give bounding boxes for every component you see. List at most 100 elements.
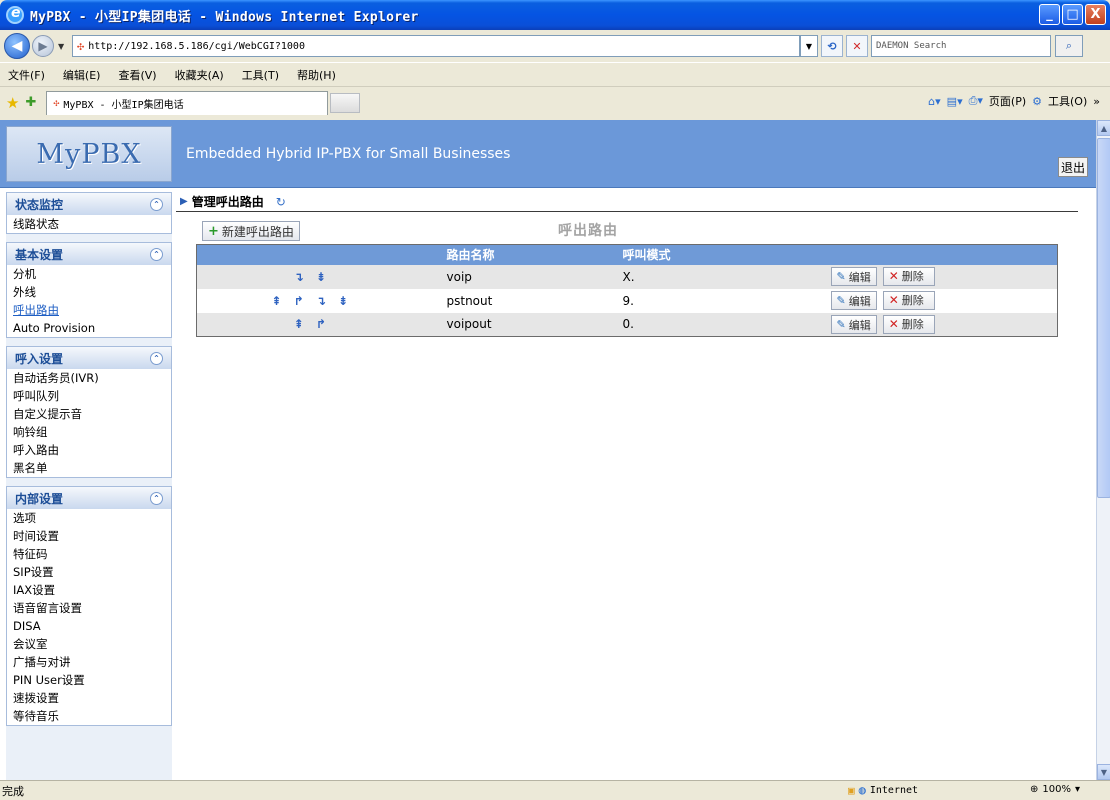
header-actions <box>802 244 1058 265</box>
sidebar-item[interactable]: 选项 <box>7 509 171 527</box>
zone-label: Internet <box>869 784 919 796</box>
new-outbound-route-button[interactable]: + 新建呼出路由 <box>202 221 300 241</box>
delete-label: 删除 <box>901 294 924 308</box>
sidebar-item[interactable]: DISA <box>7 617 171 635</box>
sidebar-item[interactable]: 呼入路由 <box>7 441 171 459</box>
sidebar-item[interactable]: 等待音乐 <box>7 707 171 725</box>
zoom-dropdown-icon: ▾ <box>1074 784 1081 795</box>
sidebar-item[interactable]: 时间设置 <box>7 527 171 545</box>
delete-button[interactable]: ✕ 删除 <box>882 314 935 334</box>
maximize-button[interactable]: □ <box>1062 4 1083 25</box>
breadcrumb: ▶ 管理呼出路由 ↻ <box>176 192 1078 212</box>
sidebar-item[interactable]: 广播与对讲 <box>7 653 171 671</box>
sidebar-item[interactable]: 线路状态 <box>7 215 171 233</box>
sidebar-item[interactable]: 速拨设置 <box>7 689 171 707</box>
favorites-star-icon[interactable]: ★ <box>6 94 19 112</box>
edit-button[interactable]: ✎ 编辑 <box>830 315 877 334</box>
reorder-arrows-icon[interactable]: ↴ ⇟ <box>196 264 427 289</box>
sidebar-item[interactable]: 响铃组 <box>7 423 171 441</box>
browser-tab[interactable]: ✣ MyPBX - 小型IP集团电话 <box>46 90 329 115</box>
reorder-arrows-icon[interactable]: ⇞ ↱ ↴ ⇟ <box>196 288 427 313</box>
route-name: pstnout <box>426 288 593 313</box>
sidebar-item[interactable]: 呼叫队列 <box>7 387 171 405</box>
page-content: MyPBX Embedded Hybrid IP-PBX for Small B… <box>0 120 1096 780</box>
stop-button[interactable]: ✕ <box>846 35 868 57</box>
collapse-icon[interactable]: ⌃ <box>150 491 163 505</box>
sidebar-item[interactable]: 黑名单 <box>7 459 171 477</box>
reorder-arrows-icon[interactable]: ⇞ ↱ <box>196 312 427 337</box>
delete-button[interactable]: ✕ 删除 <box>882 290 935 310</box>
page-menu[interactable]: 页面(P) <box>989 93 1026 109</box>
edit-label: 编辑 <box>848 318 871 332</box>
menu-file[interactable]: 文件(F) <box>4 65 49 85</box>
search-icon[interactable]: ⌕ <box>1055 35 1083 57</box>
refresh-button[interactable]: ⟲ <box>821 35 843 57</box>
logout-button[interactable]: 退出 <box>1058 157 1088 177</box>
sidebar-group-header[interactable]: 状态监控 ⌃ <box>7 193 171 215</box>
scroll-up-icon[interactable]: ▲ <box>1097 120 1110 136</box>
feeds-icon[interactable]: ▤▾ <box>947 95 963 108</box>
menu-help[interactable]: 帮助(H) <box>293 65 340 85</box>
address-dropdown-icon[interactable]: ▼ <box>800 35 818 57</box>
collapse-icon[interactable]: ⌃ <box>150 247 163 261</box>
sidebar-item[interactable]: IAX设置 <box>7 581 171 599</box>
security-zone[interactable]: ▣ ◍ Internet <box>848 783 918 797</box>
table-row: ⇞ ↱ voipout 0. ✎ 编辑 ✕ 删除 <box>196 312 1058 337</box>
menu-view[interactable]: 查看(V) <box>114 65 160 85</box>
sidebar-item[interactable]: 自动话务员(IVR) <box>7 369 171 387</box>
tagline: Embedded Hybrid IP-PBX for Small Busines… <box>186 146 511 162</box>
add-favorite-icon[interactable]: ✚ <box>25 95 36 110</box>
tools-menu[interactable]: 工具(O) <box>1048 93 1087 109</box>
edit-button[interactable]: ✎ 编辑 <box>830 291 877 311</box>
collapse-icon[interactable]: ⌃ <box>150 351 163 365</box>
sidebar-item[interactable]: 语音留言设置 <box>7 599 171 617</box>
sidebar-group-header[interactable]: 基本设置 ⌃ <box>7 243 171 265</box>
row-actions: ✎ 编辑 ✕ 删除 <box>802 288 1058 313</box>
sidebar-group-header[interactable]: 呼入设置 ⌃ <box>7 347 171 369</box>
print-icon[interactable]: ⎙▾ <box>969 94 983 108</box>
refresh-icon[interactable]: ↻ <box>276 195 286 209</box>
sidebar-group: 状态监控 ⌃ 线路状态 <box>6 192 172 234</box>
address-field[interactable]: ✣ http://192.168.5.186/cgi/WebCGI?1000 <box>72 35 800 57</box>
home-icon[interactable]: ⌂▾ <box>928 95 941 108</box>
vertical-scrollbar[interactable]: ▲ ▼ <box>1096 120 1110 780</box>
menu-edit[interactable]: 编辑(E) <box>59 65 105 85</box>
delete-button[interactable]: ✕ 删除 <box>882 266 935 286</box>
menu-tools[interactable]: 工具(T) <box>238 65 283 85</box>
edit-icon: ✎ <box>836 294 846 308</box>
back-button[interactable]: ◀ <box>4 33 30 59</box>
sidebar-item[interactable]: 外线 <box>7 283 171 301</box>
sidebar-item[interactable]: 特征码 <box>7 545 171 563</box>
tools-gear-icon[interactable]: ⚙ <box>1032 95 1042 108</box>
new-tab-button[interactable] <box>330 92 361 113</box>
zoom-control[interactable]: ⊕ 100% ▾ <box>1030 784 1080 795</box>
window-titlebar[interactable]: MyPBX - 小型IP集团电话 - Windows Internet Expl… <box>0 0 1110 30</box>
sidebar-item[interactable]: 会议室 <box>7 635 171 653</box>
minimize-button[interactable]: _ <box>1039 4 1060 25</box>
edit-button[interactable]: ✎ 编辑 <box>830 267 877 287</box>
search-input[interactable]: DAEMON Search <box>871 35 1051 57</box>
edit-icon: ✎ <box>836 270 846 284</box>
header-route-name: 路由名称 <box>426 244 593 265</box>
sidebar-item[interactable]: Auto Provision <box>7 319 171 337</box>
scroll-thumb[interactable] <box>1097 138 1110 498</box>
more-chevron-icon[interactable]: » <box>1093 95 1100 108</box>
sidebar-item[interactable]: 分机 <box>7 265 171 283</box>
zoom-level: 100% <box>1042 784 1071 795</box>
route-name: voip <box>426 264 593 289</box>
edit-label: 编辑 <box>848 270 871 284</box>
sidebar-item[interactable]: PIN User设置 <box>7 671 171 689</box>
delete-label: 删除 <box>901 318 924 331</box>
scroll-down-icon[interactable]: ▼ <box>1097 764 1110 780</box>
sidebar-item[interactable]: 呼出路由 <box>7 301 171 319</box>
collapse-icon[interactable]: ⌃ <box>150 197 163 211</box>
command-bar: ⌂▾ ▤▾ ⎙▾ 页面(P) ⚙ 工具(O) » <box>928 93 1100 109</box>
history-dropdown-icon[interactable]: ▼ <box>58 42 68 51</box>
menu-favorites[interactable]: 收藏夹(A) <box>171 65 228 85</box>
sidebar-item[interactable]: SIP设置 <box>7 563 171 581</box>
sidebar-group-header[interactable]: 内部设置 ⌃ <box>7 487 171 509</box>
close-button[interactable]: X <box>1085 4 1106 25</box>
sidebar-item[interactable]: 自定义提示音 <box>7 405 171 423</box>
forward-button[interactable]: ▶ <box>32 35 54 57</box>
delete-icon: ✕ <box>888 269 899 284</box>
